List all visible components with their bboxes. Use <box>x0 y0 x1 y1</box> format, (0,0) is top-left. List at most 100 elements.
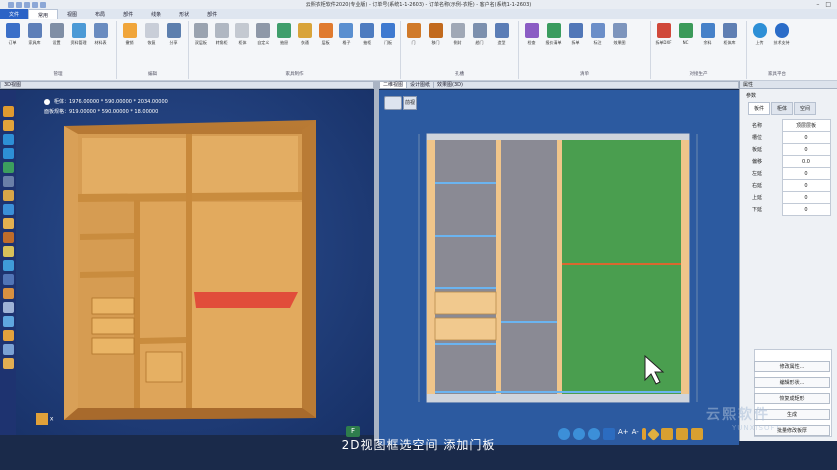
layer-icon[interactable] <box>2 274 14 285</box>
modify-props-button[interactable]: 修改属性... <box>754 361 830 372</box>
material-brush-icon[interactable] <box>2 190 14 201</box>
prop-left-field[interactable]: 0 <box>781 167 831 180</box>
corner-cabinet-tool[interactable]: 转角柜 <box>213 23 231 46</box>
material-icon <box>71 23 86 38</box>
furniture-lib-tool[interactable]: 家具库 <box>25 23 44 46</box>
tab-file[interactable]: 文件 <box>0 9 29 19</box>
quote-list-icon <box>546 23 561 38</box>
tab-layout[interactable]: 布局 <box>86 9 114 19</box>
shelf-tool[interactable]: 层板 <box>317 23 335 46</box>
dimension-icon[interactable] <box>2 344 14 355</box>
cut-icon[interactable] <box>2 288 14 299</box>
tab-lines[interactable]: 线条 <box>142 9 170 19</box>
minimize-icon[interactable]: – <box>816 1 819 8</box>
nc-tool[interactable]: NC <box>676 23 695 46</box>
ribbon-group-list: 检查 报价清单 拆单 标注 效果图 清单 <box>519 21 651 79</box>
tab-render-3d[interactable]: 效果图(3D) <box>434 82 466 88</box>
check-tool[interactable]: 检查 <box>522 23 541 46</box>
tab-cabinet[interactable]: 柜体 <box>771 102 794 115</box>
ribbon-group-platform: 上传 技术支持 家具平台 <box>747 21 807 79</box>
wireframe-icon[interactable] <box>2 260 14 271</box>
prop-row: 名称 顶层层板 <box>750 119 831 132</box>
measure-icon[interactable] <box>2 176 14 187</box>
tab-board[interactable]: 板件 <box>748 102 771 115</box>
redo-tool[interactable]: 恢复 <box>142 23 161 46</box>
split-order-icon <box>568 23 583 38</box>
cabinet-tool[interactable]: 柜体 <box>234 23 252 46</box>
sliding-door-tool[interactable]: 移门 <box>426 23 445 46</box>
remnant-icon <box>700 23 715 38</box>
side-view-icon[interactable] <box>2 232 14 243</box>
prop-bottom-field[interactable]: 0 <box>781 203 831 216</box>
share-tool[interactable]: 分享 <box>164 23 183 46</box>
prop-name-field[interactable]: 顶层层板 <box>781 119 831 132</box>
tab-parts[interactable]: 部件 <box>114 9 142 19</box>
front-view-icon[interactable] <box>2 204 14 215</box>
drawer-tool[interactable]: 抽屉 <box>275 23 293 46</box>
cabinet-icon <box>235 23 250 38</box>
remnant-tool[interactable]: 余料 <box>698 23 717 46</box>
viewport-2d[interactable]: 前视 <box>379 90 739 445</box>
pan-icon[interactable] <box>2 162 14 173</box>
hanger-tool[interactable]: 衣通 <box>296 23 314 46</box>
upload-icon <box>752 23 767 38</box>
prop-offset-field[interactable]: 0.0 <box>781 155 831 168</box>
maximize-icon[interactable]: □ <box>825 1 831 8</box>
tab-view[interactable]: 视图 <box>58 9 86 19</box>
upload-tool[interactable]: 上传 <box>750 23 769 46</box>
shape-tool[interactable]: 造型 <box>492 23 511 46</box>
split-order-tool[interactable]: 拆单 <box>566 23 585 46</box>
tab-space[interactable]: 空间 <box>794 102 817 115</box>
track-door-tool[interactable]: 趟门 <box>470 23 489 46</box>
tech-support-tool[interactable]: 技术支持 <box>772 23 791 46</box>
render-icon <box>612 23 627 38</box>
edit-shape-button[interactable]: 编辑形状... <box>754 377 830 388</box>
pull-cabinet-tool[interactable]: 抽柜 <box>358 23 376 46</box>
redo-icon <box>144 23 159 38</box>
custom-tool[interactable]: 自定义 <box>254 23 272 46</box>
undo-tool[interactable]: 撤销 <box>120 23 139 46</box>
tab-common[interactable]: 常用 <box>28 9 59 19</box>
export-icon[interactable] <box>2 358 14 369</box>
tab-design-drawing[interactable]: 设计图纸 <box>407 82 435 88</box>
sliding-door-icon <box>428 23 443 38</box>
viewport-3d[interactable]: 柜体：1976.00000 * 590.00000 * 2034.00000 面… <box>16 90 374 435</box>
door-tool[interactable]: 门 <box>404 23 423 46</box>
prop-slot-field[interactable]: 0 <box>781 131 831 144</box>
export-dxf-tool[interactable]: 拆单DXF <box>654 23 673 46</box>
prop-extend-field[interactable]: 0 <box>781 143 831 156</box>
rotate-icon[interactable] <box>2 134 14 145</box>
orders-tool[interactable]: 订单 <box>3 23 22 46</box>
axis-gizmo: x <box>36 413 53 425</box>
cabinet-lib-tool[interactable]: 柜体库 <box>720 23 739 46</box>
prop-top-field[interactable]: 0 <box>781 191 831 204</box>
selected-shelf[interactable] <box>194 292 298 308</box>
double-board-tool[interactable]: 双层板 <box>192 23 210 46</box>
light-icon[interactable] <box>2 246 14 257</box>
tab-2d-view[interactable]: 二维视图 <box>380 82 408 88</box>
quote-list-tool[interactable]: 报价清单 <box>544 23 563 46</box>
select-tool-icon[interactable] <box>2 106 14 117</box>
top-view-icon[interactable] <box>2 218 14 229</box>
grid-toggle-icon[interactable] <box>2 316 14 327</box>
material-table-tool[interactable]: 材料表 <box>91 23 110 46</box>
door-toggle-icon[interactable] <box>2 330 14 341</box>
side-seal-tool[interactable]: 侧封 <box>448 23 467 46</box>
tab-shapes[interactable]: 形状 <box>170 9 198 19</box>
wardrobe-3d-model <box>64 120 316 420</box>
door-panel-tool[interactable]: 门板 <box>379 23 397 46</box>
move-tool-icon[interactable] <box>2 120 14 131</box>
grid-tool[interactable]: 格子 <box>338 23 356 46</box>
shelf-icon <box>318 23 333 38</box>
restore-rect-button[interactable]: 恢复成矩形 <box>754 393 830 404</box>
screenshot-icon[interactable] <box>2 302 14 313</box>
ribbon-group-manage: 订单 家具库 设置 资料管理 材料表 管理 <box>0 21 117 79</box>
settings-tool[interactable]: 设置 <box>47 23 66 46</box>
properties-header: 属性 <box>740 81 837 89</box>
annotate-tool[interactable]: 标注 <box>588 23 607 46</box>
render-tool[interactable]: 效果图 <box>610 23 629 46</box>
zoom-icon[interactable] <box>2 148 14 159</box>
prop-right-field[interactable]: 0 <box>781 179 831 192</box>
tab-components[interactable]: 部件 <box>198 9 226 19</box>
material-manage-tool[interactable]: 资料管理 <box>69 23 88 46</box>
